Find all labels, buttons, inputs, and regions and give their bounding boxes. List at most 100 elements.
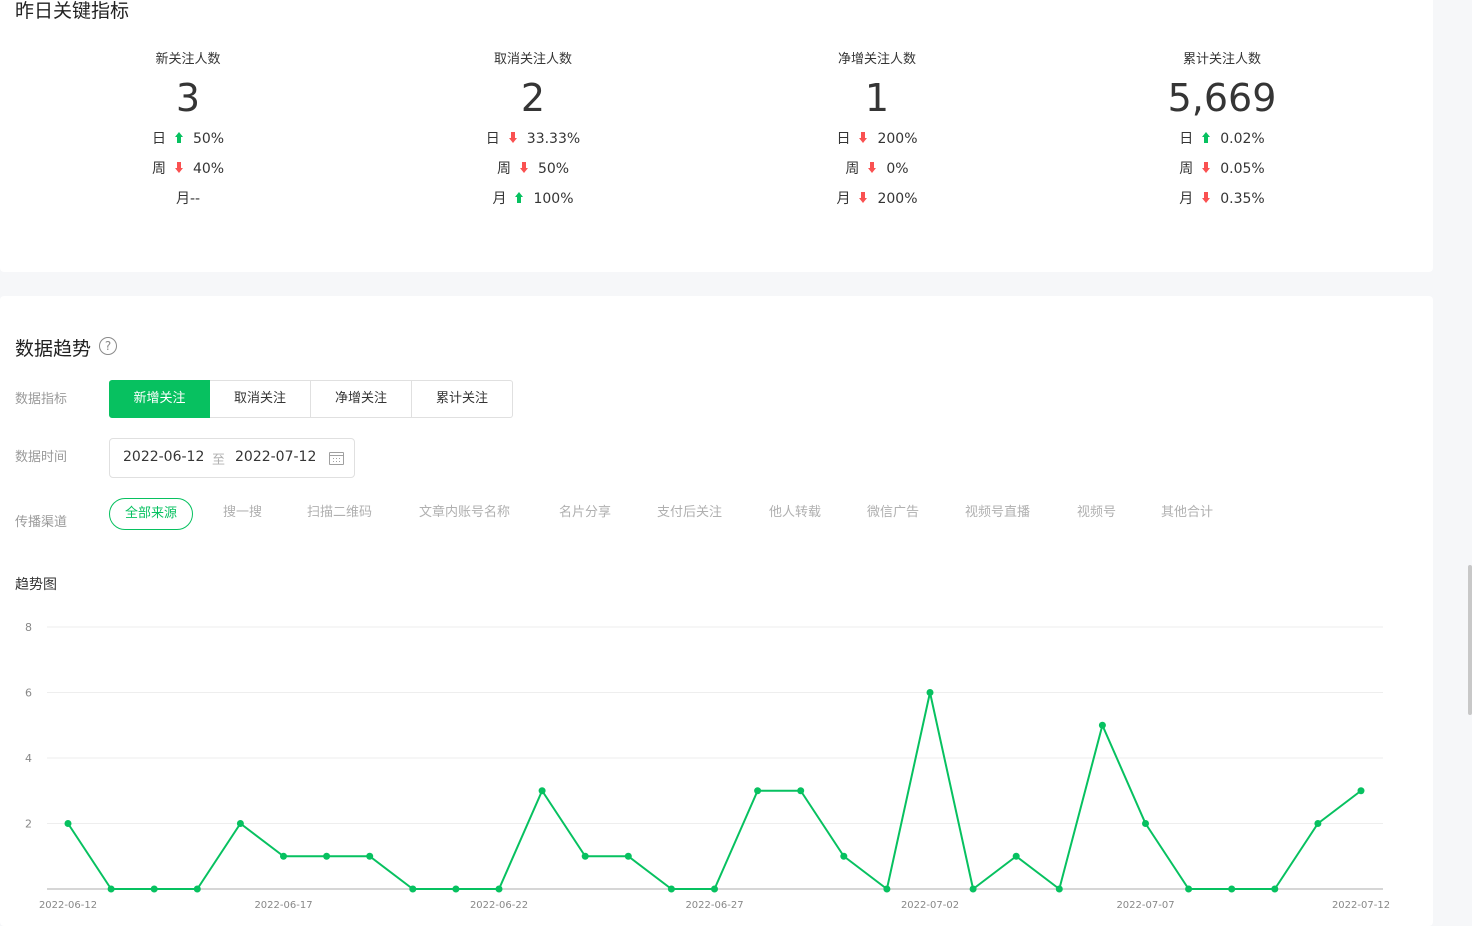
- kpi-label: 取消关注人数: [493, 52, 572, 67]
- tab-metric-0[interactable]: 新增关注: [109, 380, 210, 418]
- kpi-card-3: 累计关注人数 5,669 日 0.02% 周 0.05% 月 0.35%: [1122, 50, 1322, 214]
- series-line: [67, 691, 1362, 890]
- time-label: 数据时间: [15, 450, 68, 465]
- data-point: [667, 885, 675, 893]
- period-label: 日: [485, 131, 500, 147]
- data-point: [280, 852, 287, 860]
- kpi-day-change: 日 33.33%: [433, 124, 633, 154]
- x-tick-label: 2022-07-02: [901, 900, 959, 910]
- period-label: 月: [1179, 191, 1194, 207]
- change-percent: 0.05%: [1220, 161, 1265, 177]
- chart-title: 趋势图: [15, 577, 57, 593]
- channel-filter-9[interactable]: 视频号: [1077, 498, 1116, 530]
- channel-filter-1[interactable]: 搜一搜: [223, 498, 262, 530]
- data-point: [323, 852, 331, 860]
- kpi-section-title: 昨日关键指标: [15, 0, 130, 22]
- y-tick-label: 6: [25, 687, 32, 700]
- date-range-picker[interactable]: 2022-06-12 至 2022-07-12: [109, 438, 355, 478]
- kpi-week-change: 周 0.05%: [1122, 154, 1322, 184]
- kpi-day-change: 日 200%: [777, 124, 977, 154]
- data-point: [581, 852, 589, 860]
- kpi-value: 3: [175, 76, 201, 120]
- kpi-day-change: 日 0.02%: [1122, 124, 1322, 154]
- data-point: [840, 852, 848, 860]
- kpi-label: 净增关注人数: [837, 52, 916, 67]
- tab-metric-2[interactable]: 净增关注: [311, 380, 412, 418]
- data-point: [64, 820, 72, 827]
- change-percent: 200%: [877, 131, 918, 147]
- data-point: [366, 852, 374, 860]
- data-point: [883, 885, 891, 893]
- channel-filter-5[interactable]: 支付后关注: [657, 498, 722, 530]
- period-label: 周: [151, 161, 166, 177]
- data-point: [150, 885, 158, 893]
- page-scrollbar[interactable]: [1468, 565, 1472, 715]
- data-point: [1357, 787, 1365, 795]
- change-percent: 33.33%: [526, 131, 581, 147]
- data-point: [107, 885, 115, 893]
- trend-section-title: 数据趋势: [15, 338, 92, 360]
- kpi-month-change: 月--: [88, 184, 288, 214]
- data-point: [495, 885, 503, 893]
- period-label: 日: [836, 131, 851, 147]
- period-label: 周: [496, 161, 511, 177]
- change-percent: 50%: [192, 131, 225, 147]
- channel-label: 传播渠道: [15, 515, 68, 530]
- channel-filter-6[interactable]: 他人转载: [769, 498, 821, 530]
- change-percent: 0.02%: [1220, 131, 1265, 147]
- channel-filter-4[interactable]: 名片分享: [559, 498, 611, 530]
- channel-filter-8[interactable]: 视频号直播: [965, 498, 1030, 530]
- period-label: 月: [175, 191, 190, 207]
- arrow-down-icon: [1201, 162, 1211, 174]
- data-point: [538, 787, 546, 795]
- data-point: [452, 885, 460, 893]
- x-tick-label: 2022-07-12: [1332, 900, 1390, 910]
- kpi-day-change: 日 50%: [88, 124, 288, 154]
- change-percent: --: [189, 191, 201, 207]
- period-label: 月: [836, 191, 851, 207]
- date-start[interactable]: 2022-06-12: [123, 449, 204, 465]
- kpi-label: 新关注人数: [155, 52, 221, 67]
- help-icon[interactable]: ?: [99, 337, 117, 355]
- arrow-down-icon: [519, 162, 529, 174]
- kpi-card-1: 取消关注人数 2 日 33.33% 周 50% 月 100%: [433, 50, 633, 214]
- kpi-week-change: 周 40%: [88, 154, 288, 184]
- channel-filter-2[interactable]: 扫描二维码: [307, 498, 372, 530]
- arrow-down-icon: [174, 162, 184, 174]
- arrow-down-icon: [1201, 192, 1211, 204]
- channel-filter-3[interactable]: 文章内账号名称: [419, 498, 510, 530]
- tab-metric-1[interactable]: 取消关注: [210, 380, 311, 418]
- arrow-down-icon: [508, 132, 518, 144]
- arrow-up-icon: [514, 192, 524, 204]
- y-tick-label: 2: [25, 818, 32, 831]
- change-percent: 100%: [533, 191, 574, 207]
- kpi-month-change: 月 0.35%: [1122, 184, 1322, 214]
- date-separator: 至: [212, 453, 226, 468]
- channel-filter-7[interactable]: 微信广告: [867, 498, 919, 530]
- kpi-week-change: 周 50%: [433, 154, 633, 184]
- period-label: 月: [492, 191, 507, 207]
- change-percent: 0%: [886, 161, 909, 177]
- kpi-label: 累计关注人数: [1182, 52, 1261, 67]
- change-percent: 0.35%: [1220, 191, 1265, 207]
- calendar-icon[interactable]: [329, 452, 344, 465]
- data-point: [754, 787, 762, 795]
- kpi-value: 5,669: [1167, 76, 1277, 120]
- arrow-down-icon: [858, 132, 868, 144]
- channel-filter-10[interactable]: 其他合计: [1161, 498, 1213, 530]
- arrow-down-icon: [858, 192, 868, 204]
- period-label: 日: [1179, 131, 1194, 147]
- data-point: [797, 787, 805, 795]
- kpi-card-2: 净增关注人数 1 日 200% 周 0% 月 200%: [777, 50, 977, 214]
- kpi-card-0: 新关注人数 3 日 50% 周 40% 月--: [88, 50, 288, 214]
- data-point: [969, 885, 977, 893]
- data-point: [1185, 885, 1193, 893]
- channel-filter-0[interactable]: 全部来源: [109, 498, 194, 530]
- kpi-value: 2: [520, 76, 546, 120]
- tab-metric-3[interactable]: 累计关注: [412, 380, 513, 418]
- data-point: [236, 820, 244, 827]
- data-point: [1055, 885, 1063, 893]
- change-percent: 50%: [537, 161, 570, 177]
- metric-tabs: 新增关注 取消关注 净增关注 累计关注: [109, 380, 513, 418]
- date-end[interactable]: 2022-07-12: [235, 449, 316, 465]
